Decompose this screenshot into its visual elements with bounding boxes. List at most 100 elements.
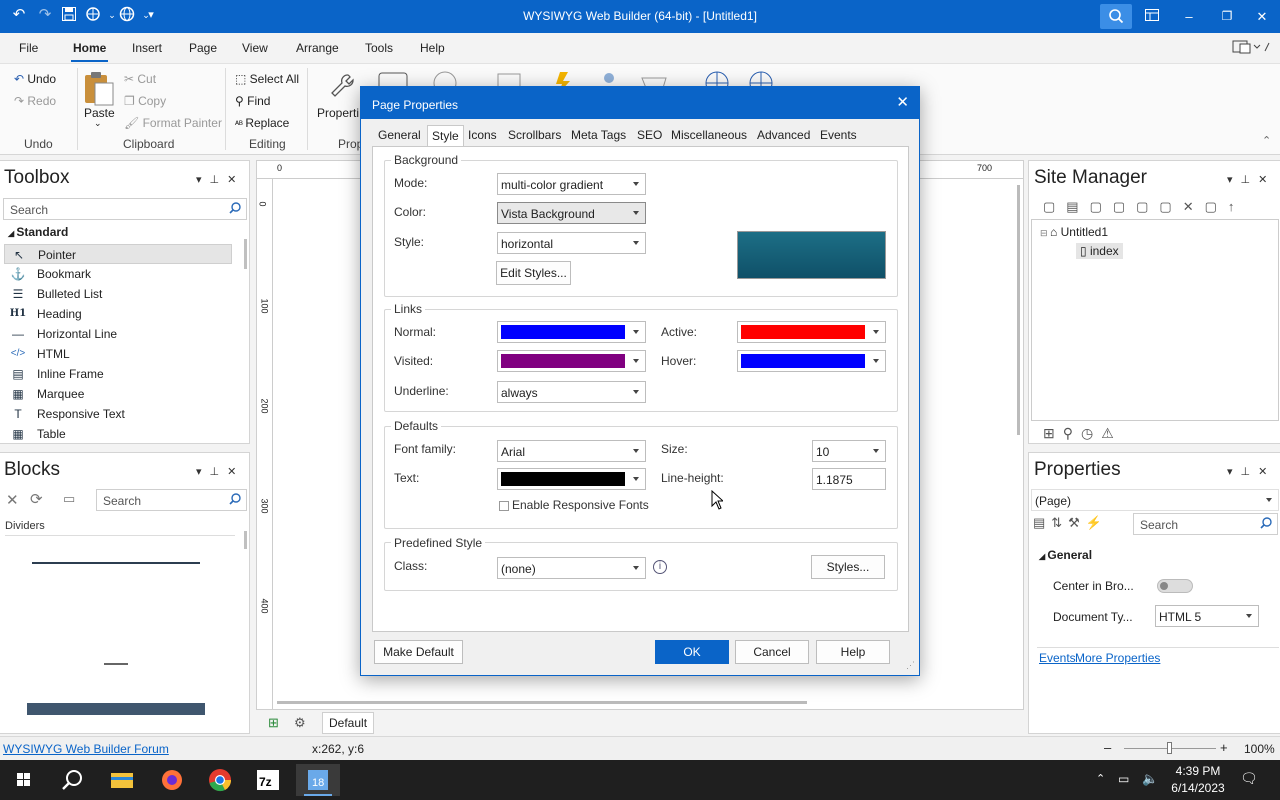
undo-button[interactable]: ↶ Undo xyxy=(14,72,56,86)
format-painter-button[interactable]: 🖌 Format Painter xyxy=(124,116,222,130)
divider-block-preview[interactable] xyxy=(32,562,200,564)
paste-icon[interactable] xyxy=(82,69,116,109)
active-link-color[interactable] xyxy=(737,321,886,343)
resize-grip-icon[interactable]: ⋰ xyxy=(906,660,915,671)
divider-block-preview[interactable] xyxy=(27,703,205,715)
redo-button[interactable]: ↷ Redo xyxy=(14,94,56,108)
toolbox-item[interactable]: ↖ Pointer xyxy=(4,244,232,264)
toolbox-item[interactable]: H1 Heading xyxy=(4,304,232,324)
page-tab-default[interactable]: Default xyxy=(322,712,375,734)
panel-controls[interactable]: ▾⊥✕ xyxy=(1227,173,1275,186)
menu-file[interactable]: File xyxy=(19,41,38,55)
underline-select[interactable]: always xyxy=(497,381,646,403)
close-icon[interactable]: ✕ xyxy=(1243,0,1280,33)
find-button[interactable]: ⚲ Find xyxy=(235,94,270,108)
restore-icon[interactable]: ❐ xyxy=(1208,0,1246,33)
select-all-button[interactable]: ⬚ Select All xyxy=(235,72,299,86)
chevron-up-icon[interactable]: ⌃ xyxy=(1096,772,1105,785)
refresh-icon[interactable]: ⟳ xyxy=(30,490,43,508)
menu-help[interactable]: Help xyxy=(420,41,445,55)
toolbox-item[interactable]: ⚓ Bookmark xyxy=(4,264,232,284)
info-icon[interactable]: i xyxy=(653,560,667,574)
notifications-icon[interactable]: 🗨 xyxy=(1240,770,1258,787)
properties-toolbar[interactable]: ▤⇅⚒⚡ xyxy=(1033,515,1108,531)
volume-muted-icon[interactable]: 🔈 xyxy=(1142,771,1158,787)
site-manager-bottom-toolbar[interactable]: ⊞⚲◷⚠ xyxy=(1043,425,1122,442)
scrollbar[interactable] xyxy=(244,531,247,549)
close-icon[interactable]: ✕ xyxy=(6,491,19,509)
visited-link-color[interactable] xyxy=(497,350,646,372)
7zip-icon[interactable]: 7z xyxy=(246,764,290,796)
tab-miscellaneous[interactable]: Miscellaneous xyxy=(671,128,747,142)
cancel-button[interactable]: Cancel xyxy=(735,640,809,664)
wysiwyg-web-builder-taskbar-icon[interactable]: 18 xyxy=(296,764,340,796)
line-height-input[interactable]: 1.1875 xyxy=(812,468,886,490)
menu-tools[interactable]: Tools xyxy=(365,41,393,55)
layout-icon[interactable] xyxy=(1232,39,1272,58)
zoom-slider-thumb[interactable] xyxy=(1167,742,1172,754)
toolbox-item[interactable]: ▦ Marquee xyxy=(4,384,232,404)
close-icon[interactable]: ✕ xyxy=(896,93,909,111)
tab-general[interactable]: General xyxy=(378,128,421,142)
forum-link[interactable]: WYSIWYG Web Builder Forum xyxy=(3,742,169,756)
class-select[interactable]: (none) xyxy=(497,557,646,579)
blocks-search-input[interactable]: Search xyxy=(96,489,247,511)
menu-home[interactable]: Home xyxy=(70,41,109,62)
search-icon[interactable] xyxy=(50,764,94,796)
tab-meta-tags[interactable]: Meta Tags xyxy=(571,128,626,142)
toolbox-search-input[interactable]: Search xyxy=(3,198,247,220)
toolbox-item[interactable]: — Horizontal Line xyxy=(4,324,232,344)
horizontal-scrollbar[interactable] xyxy=(277,701,807,704)
copy-button[interactable]: ❐ Copy xyxy=(124,94,166,108)
zoom-out-icon[interactable]: – xyxy=(1104,740,1111,755)
mode-select[interactable]: multi-color gradient xyxy=(497,173,646,195)
menu-page[interactable]: Page xyxy=(189,41,217,55)
color-select[interactable]: Vista Background xyxy=(497,202,646,224)
panel-controls[interactable]: ▾⊥✕ xyxy=(1227,465,1275,478)
chevron-down-icon[interactable]: ⌄ xyxy=(94,118,102,129)
font-family-select[interactable]: Arial xyxy=(497,440,646,462)
help-button[interactable]: Help xyxy=(816,640,890,664)
toolbox-item[interactable]: ☰ Bulleted List xyxy=(4,284,232,304)
menu-insert[interactable]: Insert xyxy=(132,41,162,55)
search-button[interactable] xyxy=(1100,4,1132,29)
wrench-icon[interactable] xyxy=(328,72,356,103)
center-toggle[interactable] xyxy=(1157,579,1193,593)
properties-search-input[interactable]: Search xyxy=(1133,513,1278,535)
divider-block-preview[interactable] xyxy=(104,663,128,665)
properties-section-general[interactable]: ◢ General xyxy=(1039,548,1092,562)
vertical-scrollbar[interactable] xyxy=(1017,185,1020,435)
hover-link-color[interactable] xyxy=(737,350,886,372)
replace-button[interactable]: ᴬᴮ Replace xyxy=(235,116,289,130)
styles-button[interactable]: Styles... xyxy=(811,555,885,579)
panel-controls[interactable]: ▾⊥✕ xyxy=(196,173,244,186)
cut-button[interactable]: ✂ Cut xyxy=(124,72,156,86)
tab-icons[interactable]: Icons xyxy=(468,128,497,142)
toolbox-item[interactable]: T Responsive Text xyxy=(4,404,232,424)
ribbon-display-icon[interactable] xyxy=(1133,0,1171,33)
properties-button[interactable]: Properti xyxy=(317,106,359,120)
events-link[interactable]: Events xyxy=(1039,651,1076,665)
windows-start-icon[interactable] xyxy=(2,764,46,796)
tab-style[interactable]: Style xyxy=(427,125,464,148)
object-selector[interactable]: (Page) xyxy=(1031,489,1279,511)
ok-button[interactable]: OK xyxy=(655,640,729,664)
style-select[interactable]: horizontal xyxy=(497,232,646,254)
zoom-slider[interactable] xyxy=(1124,742,1216,754)
minimize-icon[interactable]: – xyxy=(1170,0,1208,33)
edit-styles-button[interactable]: Edit Styles... xyxy=(496,261,571,285)
tab-advanced[interactable]: Advanced xyxy=(757,128,810,142)
tab-seo[interactable]: SEO xyxy=(637,128,662,142)
more-properties-link[interactable]: More Properties xyxy=(1075,651,1160,665)
panel-controls[interactable]: ▾⊥✕ xyxy=(196,465,244,478)
menu-arrange[interactable]: Arrange xyxy=(296,41,339,55)
toolbox-category[interactable]: ◢ Standard xyxy=(8,225,68,239)
collapse-ribbon-icon[interactable]: ⌃ xyxy=(1262,134,1271,147)
chrome-icon[interactable] xyxy=(198,764,242,796)
firefox-icon[interactable] xyxy=(150,764,194,796)
site-manager-toolbar[interactable]: ▢▤▢▢▢▢✕▢↑ xyxy=(1043,199,1245,215)
responsive-fonts-checkbox[interactable] xyxy=(499,501,509,511)
scrollbar[interactable] xyxy=(244,239,247,269)
tab-events[interactable]: Events xyxy=(820,128,857,142)
text-color-select[interactable] xyxy=(497,468,646,490)
